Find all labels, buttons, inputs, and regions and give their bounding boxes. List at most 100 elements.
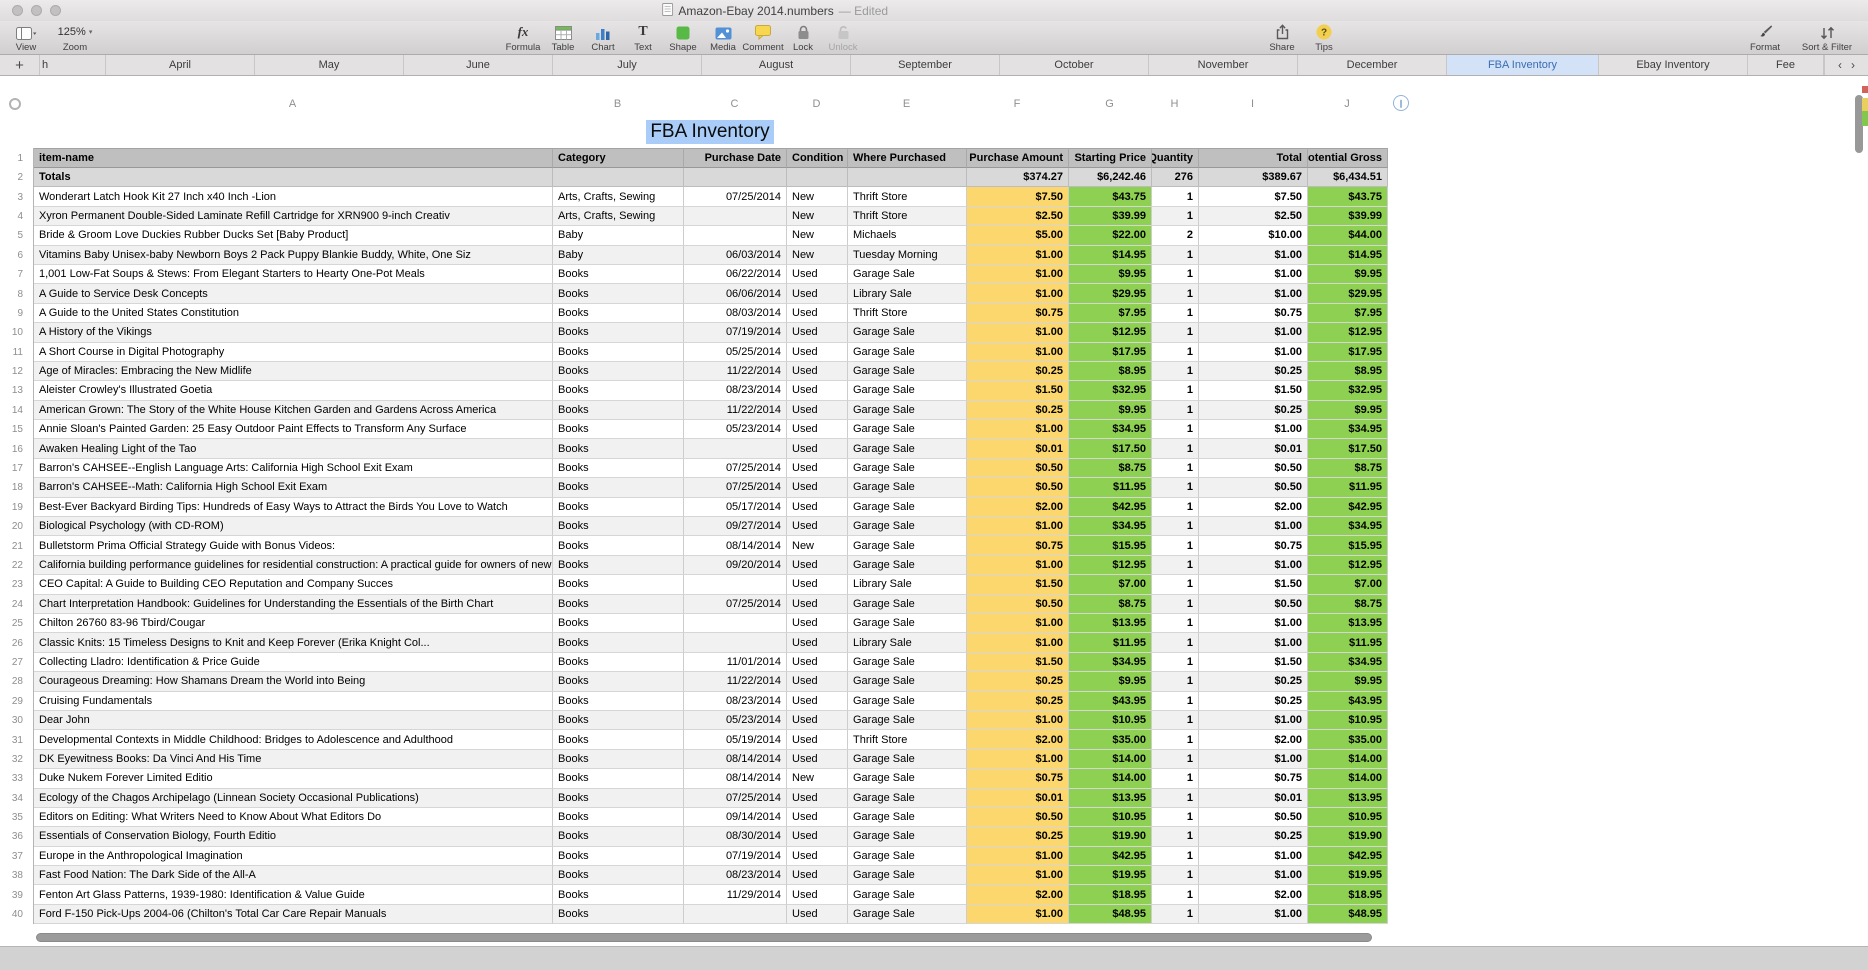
- table-cell[interactable]: 11/22/2014: [684, 361, 787, 382]
- table-cell[interactable]: Thrift Store: [848, 187, 967, 207]
- table-cell[interactable]: 11/22/2014: [684, 672, 787, 692]
- table-cell[interactable]: $10.95: [1069, 807, 1152, 828]
- table-cell[interactable]: $1.00: [967, 904, 1069, 925]
- table-cell[interactable]: Garage Sale: [848, 264, 967, 285]
- table-cell[interactable]: 1: [1152, 458, 1199, 479]
- table-cell[interactable]: $1.00: [1199, 342, 1308, 362]
- table-cell[interactable]: Garage Sale: [848, 885, 967, 905]
- table-cell[interactable]: Library Sale: [848, 575, 967, 595]
- table-cell[interactable]: $17.50: [1308, 439, 1388, 459]
- tab-june[interactable]: June: [404, 55, 553, 75]
- table-cell[interactable]: $0.50: [1199, 807, 1308, 828]
- table-cell[interactable]: Baby: [553, 226, 684, 246]
- table-cell[interactable]: $32.95: [1308, 381, 1388, 401]
- table-cell[interactable]: Garage Sale: [848, 613, 967, 634]
- table-cell[interactable]: Best-Ever Backyard Birding Tips: Hundred…: [34, 497, 553, 518]
- tips-button[interactable]: ? Tips: [1306, 23, 1342, 53]
- table-cell[interactable]: $1.00: [1199, 264, 1308, 285]
- table-cell[interactable]: $34.95: [1069, 420, 1152, 440]
- table-cell[interactable]: 1: [1152, 439, 1199, 459]
- table-cell[interactable]: 07/25/2014: [684, 594, 787, 614]
- table-cell[interactable]: Ford F-150 Pick-Ups 2004-06 (Chilton's T…: [34, 904, 553, 925]
- table-cell[interactable]: A Guide to the United States Constitutio…: [34, 303, 553, 324]
- table-cell[interactable]: Baby: [553, 245, 684, 265]
- table-cell[interactable]: $1.00: [967, 749, 1069, 770]
- row-number[interactable]: 5: [0, 226, 30, 245]
- table-cell[interactable]: $11.95: [1069, 633, 1152, 653]
- table-cell[interactable]: $34.95: [1069, 652, 1152, 673]
- table-cell[interactable]: Used: [787, 439, 848, 459]
- table-cell[interactable]: New: [787, 769, 848, 789]
- table-cell[interactable]: Garage Sale: [848, 904, 967, 925]
- table-cell[interactable]: Used: [787, 575, 848, 595]
- table-cell[interactable]: $1.00: [967, 342, 1069, 362]
- table-cell[interactable]: [684, 613, 787, 634]
- table-cell[interactable]: $1.00: [1199, 613, 1308, 634]
- table-cell[interactable]: $0.25: [967, 400, 1069, 421]
- table-cell[interactable]: $0.25: [967, 691, 1069, 711]
- table-cell[interactable]: 08/23/2014: [684, 381, 787, 401]
- row-number[interactable]: 17: [0, 459, 30, 478]
- table-cell[interactable]: Used: [787, 284, 848, 304]
- row-number[interactable]: 6: [0, 246, 30, 265]
- row-number[interactable]: 23: [0, 575, 30, 594]
- table-cell[interactable]: $14.00: [1308, 749, 1388, 770]
- table-cell[interactable]: Books: [553, 710, 684, 731]
- table-cell[interactable]: $29.95: [1308, 284, 1388, 304]
- table-cell[interactable]: $1.00: [1199, 284, 1308, 304]
- table-cell[interactable]: $19.90: [1069, 827, 1152, 847]
- table-cell[interactable]: Used: [787, 323, 848, 343]
- table-cell[interactable]: $1.50: [1199, 652, 1308, 673]
- table-cell[interactable]: Books: [553, 342, 684, 362]
- table-cell[interactable]: $1.00: [1199, 749, 1308, 770]
- column-header[interactable]: Quantity: [1152, 148, 1199, 168]
- table-cell[interactable]: New: [787, 226, 848, 246]
- add-sheet-button[interactable]: +: [0, 55, 40, 75]
- table-cell[interactable]: $43.75: [1069, 187, 1152, 207]
- table-cell[interactable]: New: [787, 206, 848, 227]
- table-cell[interactable]: $14.00: [1308, 769, 1388, 789]
- table-cell[interactable]: Books: [553, 323, 684, 343]
- table-cell[interactable]: $7.50: [967, 187, 1069, 207]
- table-cell[interactable]: 09/20/2014: [684, 555, 787, 576]
- table-cell[interactable]: Used: [787, 497, 848, 518]
- row-number[interactable]: 14: [0, 401, 30, 420]
- table-cell[interactable]: $12.95: [1069, 555, 1152, 576]
- table-cell[interactable]: A Guide to Service Desk Concepts: [34, 284, 553, 304]
- table-cell[interactable]: Michaels: [848, 226, 967, 246]
- table-cell[interactable]: Garage Sale: [848, 691, 967, 711]
- table-cell[interactable]: $0.75: [967, 303, 1069, 324]
- table-cell[interactable]: Books: [553, 303, 684, 324]
- table-cell[interactable]: 1: [1152, 264, 1199, 285]
- table-cell[interactable]: $1.50: [1199, 575, 1308, 595]
- table-cell[interactable]: $1.00: [967, 866, 1069, 886]
- table-cell[interactable]: Awaken Healing Light of the Tao: [34, 439, 553, 459]
- table-cell[interactable]: Used: [787, 458, 848, 479]
- table-cell[interactable]: Used: [787, 807, 848, 828]
- table-cell[interactable]: $0.25: [1199, 672, 1308, 692]
- column-letter-C[interactable]: C: [683, 96, 786, 111]
- table-cell[interactable]: Books: [553, 769, 684, 789]
- table-cell[interactable]: $1.00: [967, 284, 1069, 304]
- table-cell[interactable]: Used: [787, 613, 848, 634]
- table-cell[interactable]: Annie Sloan's Painted Garden: 25 Easy Ou…: [34, 420, 553, 440]
- row-number[interactable]: 24: [0, 595, 30, 614]
- table-cell[interactable]: 1: [1152, 361, 1199, 382]
- zoom-window-button[interactable]: [50, 5, 61, 16]
- table-cell[interactable]: $10.00: [1199, 226, 1308, 246]
- column-letter-J[interactable]: J: [1307, 96, 1387, 111]
- table-cell[interactable]: $14.00: [1069, 769, 1152, 789]
- column-header[interactable]: Where Purchased: [848, 148, 967, 168]
- row-number[interactable]: 12: [0, 362, 30, 381]
- table-cell[interactable]: Books: [553, 691, 684, 711]
- column-letter-I[interactable]: I: [1198, 96, 1307, 111]
- horizontal-scrollbar[interactable]: [36, 933, 1372, 942]
- table-cell[interactable]: Wonderart Latch Hook Kit 27 Inch x40 Inc…: [34, 187, 553, 207]
- row-number[interactable]: 36: [0, 827, 30, 846]
- table-cell[interactable]: $17.50: [1069, 439, 1152, 459]
- table-cell[interactable]: Used: [787, 749, 848, 770]
- table-cell[interactable]: $7.00: [1308, 575, 1388, 595]
- table-cell[interactable]: $2.00: [1199, 885, 1308, 905]
- table-cell[interactable]: $1.00: [1199, 633, 1308, 653]
- table-cell[interactable]: Books: [553, 400, 684, 421]
